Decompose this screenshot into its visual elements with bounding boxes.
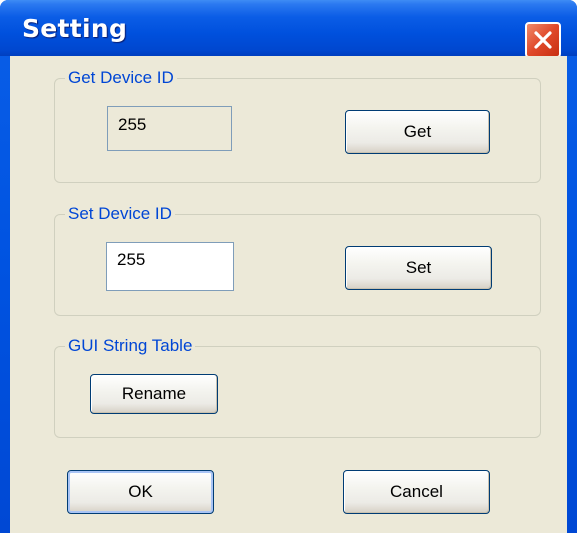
- get-device-id-value: 255: [107, 106, 232, 151]
- window-title: Setting: [22, 14, 128, 43]
- rename-button[interactable]: Rename: [90, 374, 218, 414]
- gui-string-table-legend: GUI String Table: [68, 336, 193, 355]
- cancel-button[interactable]: Cancel: [343, 470, 490, 514]
- dialog-client-area: Get Device ID 255 Get Set Device ID Set …: [10, 56, 567, 533]
- set-device-id-legend: Set Device ID: [68, 204, 172, 223]
- get-device-id-legend: Get Device ID: [68, 68, 174, 87]
- setting-dialog: Setting Get Device ID 255 Get Set Device…: [0, 0, 577, 533]
- set-button[interactable]: Set: [345, 246, 492, 290]
- title-bar[interactable]: Setting: [0, 0, 577, 58]
- get-button[interactable]: Get: [345, 110, 490, 154]
- close-button[interactable]: [525, 22, 561, 58]
- set-device-id-input[interactable]: [106, 242, 234, 291]
- close-icon: [534, 31, 552, 49]
- ok-button[interactable]: OK: [67, 470, 214, 514]
